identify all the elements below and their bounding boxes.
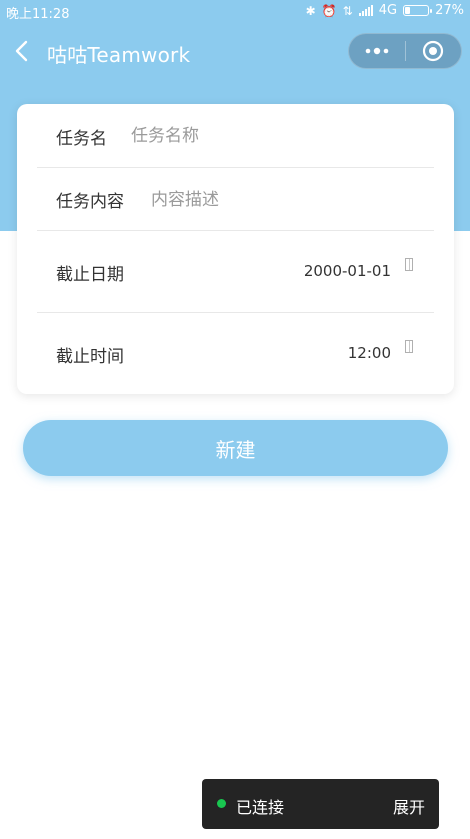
status-time: 晚上11:28 [6, 7, 70, 22]
task-name-label: 任务名 [56, 129, 107, 149]
back-button[interactable] [12, 38, 34, 64]
picker-arrow-icon [405, 340, 413, 353]
connection-status: 已连接 [236, 798, 285, 817]
task-content-label: 任务内容 [56, 192, 124, 212]
target-icon [423, 40, 444, 62]
network-type: 4G [378, 3, 398, 18]
deadline-date-label: 截止日期 [56, 265, 124, 285]
capsule-menu [348, 33, 462, 69]
expand-button[interactable]: 展开 [393, 794, 425, 818]
deadline-time-picker[interactable]: 截止时间 12:00 [37, 313, 434, 394]
task-name-input[interactable] [131, 124, 411, 148]
task-content-row: 任务内容 [37, 168, 434, 230]
battery-percent: 27% [435, 3, 464, 18]
nav-bar: 咕咕Teamwork [0, 28, 470, 76]
connection-toast: 已连接 展开 [202, 779, 439, 829]
deadline-time-value: 12:00 [347, 344, 391, 362]
battery-icon [403, 5, 433, 16]
close-miniprogram-button[interactable] [405, 34, 461, 68]
signal-icon [358, 5, 373, 16]
deadline-date-value: 2000-01-01 [303, 262, 391, 280]
task-name-row: 任务名 [37, 104, 434, 167]
status-icons: ✱ ⏰ ⇅ 4G 27% [306, 3, 464, 18]
page-title: 咕咕Teamwork [47, 43, 191, 67]
status-bar: 晚上11:28 ✱ ⏰ ⇅ 4G 27% [0, 0, 470, 22]
status-dot-icon [217, 799, 226, 808]
deadline-time-label: 截止时间 [56, 347, 124, 367]
data-transfer-icon: ⇅ [342, 3, 353, 18]
deadline-date-picker[interactable]: 截止日期 2000-01-01 [37, 231, 434, 312]
more-button[interactable] [349, 34, 405, 68]
create-button[interactable]: 新建 [23, 420, 448, 476]
picker-arrow-icon [405, 258, 413, 271]
task-form-card: 任务名 任务内容 截止日期 2000-01-01 截止时间 12:00 [17, 104, 454, 394]
bluetooth-icon: ✱ [305, 3, 316, 18]
battery-level [405, 7, 411, 14]
chevron-left-icon [15, 40, 28, 62]
task-content-input[interactable] [151, 188, 411, 212]
alarm-icon: ⏰ [321, 3, 337, 18]
more-dots-icon [365, 47, 389, 55]
